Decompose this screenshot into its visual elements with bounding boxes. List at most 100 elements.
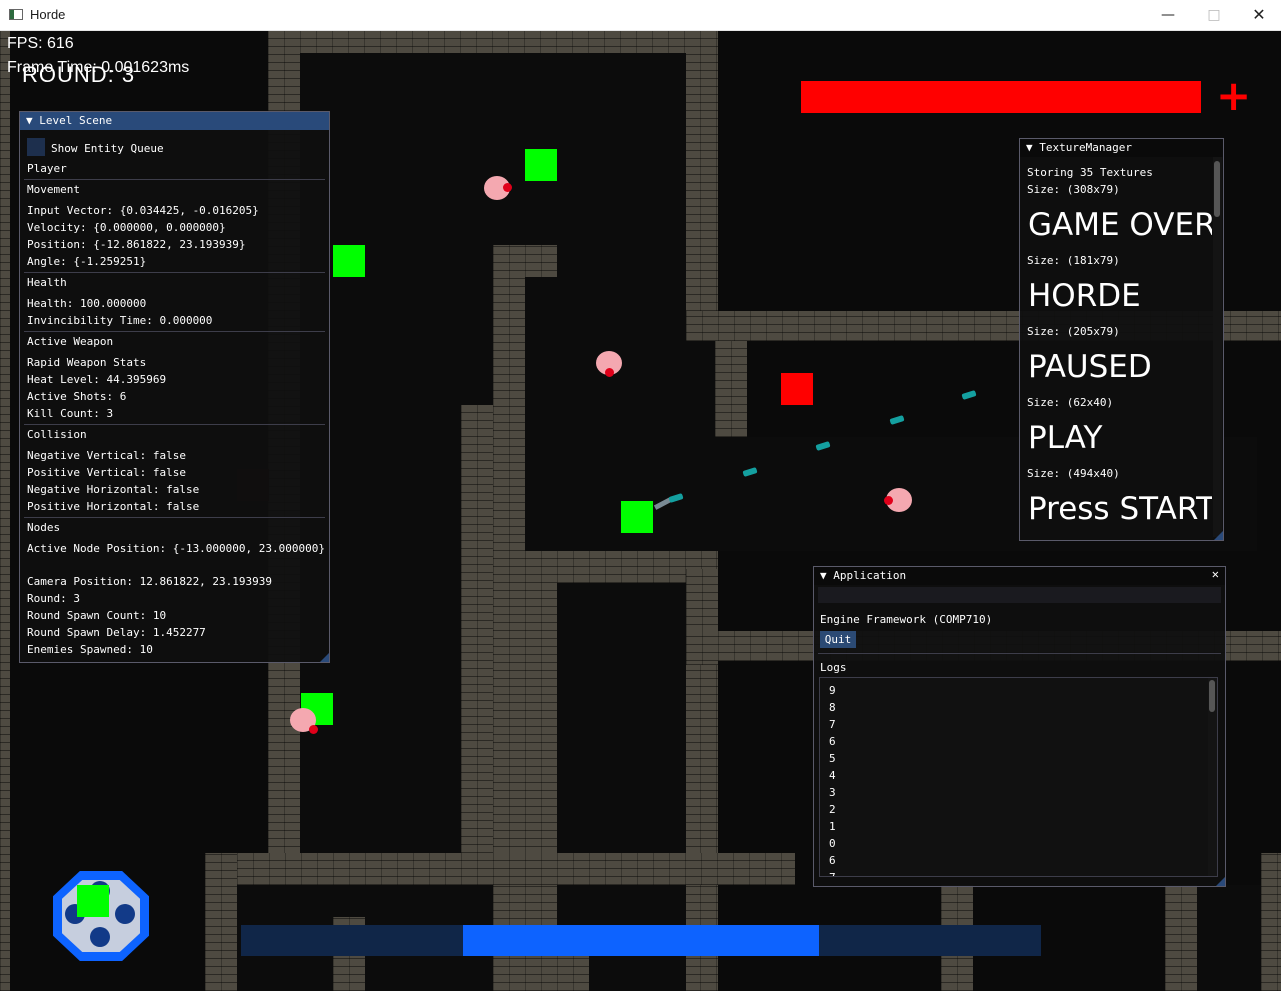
map-wall <box>205 853 237 991</box>
window-title: Horde <box>30 7 66 22</box>
engine-framework-label: Engine Framework (COMP710) <box>820 613 993 626</box>
log-line: 1 <box>829 820 836 833</box>
log-line: 3 <box>829 786 836 799</box>
input-vector: Input Vector: {0.034425, -0.016205} <box>27 204 259 217</box>
velocity: Velocity: {0.000000, 0.000000} <box>27 221 226 234</box>
separator <box>24 517 325 518</box>
health-bar <box>801 81 1201 113</box>
log-line: 6 <box>829 735 836 748</box>
quit-button[interactable]: Quit <box>820 631 856 648</box>
texture-count: Storing 35 Textures <box>1027 166 1153 179</box>
application-header[interactable]: ▼ Application <box>814 567 1225 585</box>
close-icon[interactable]: ✕ <box>1212 567 1219 581</box>
rapid-weapon-stats: Rapid Weapon Stats <box>27 356 147 369</box>
logs-scrollbar[interactable] <box>1208 678 1217 876</box>
enemy-blob <box>884 488 912 512</box>
enemy-blob <box>290 708 318 734</box>
player-header[interactable]: Player <box>27 162 67 176</box>
texture-size: Size: (494x40) <box>1027 467 1120 480</box>
movement-header[interactable]: Movement <box>27 183 80 197</box>
gamepad-button <box>90 927 110 947</box>
texture-preview-paused: PAUSED <box>1028 349 1152 385</box>
level-scene-window[interactable]: ▼ Level Scene Show Entity Queue Player M… <box>19 111 330 663</box>
positive-horizontal: Positive Horizontal: false <box>27 500 200 513</box>
resize-grip[interactable] <box>1216 877 1225 886</box>
separator <box>24 331 325 332</box>
log-line: 8 <box>829 701 836 714</box>
map-floor <box>1197 885 1261 991</box>
red-square-enemy <box>781 373 813 405</box>
log-line: 9 <box>829 684 836 697</box>
texture-preview-press-start: Press START <box>1028 491 1212 527</box>
menu-strip <box>818 587 1221 603</box>
collision-header[interactable]: Collision <box>27 428 87 442</box>
health-value: Health: 100.000000 <box>27 297 147 310</box>
green-pickup <box>77 885 109 917</box>
log-line: 2 <box>829 803 836 816</box>
negative-horizontal: Negative Horizontal: false <box>27 483 200 496</box>
active-weapon-header[interactable]: Active Weapon <box>27 335 113 349</box>
map-wall <box>205 853 795 885</box>
kill-count: Kill Count: 3 <box>27 407 114 420</box>
map-floor <box>525 277 557 559</box>
texture-size: Size: (62x40) <box>1027 396 1114 409</box>
texture-preview-horde: HORDE <box>1028 278 1141 314</box>
texture-list[interactable]: Storing 35 Textures Size: (308x79) GAME … <box>1020 157 1212 540</box>
resize-grip[interactable] <box>1214 531 1223 540</box>
level-scene-title: Level Scene <box>39 114 113 127</box>
log-line: 6 <box>829 854 836 867</box>
texture-scrollbar-thumb[interactable] <box>1214 161 1220 217</box>
map-wall <box>525 956 589 991</box>
enemy-blob <box>484 176 512 200</box>
log-line: 0 <box>829 837 836 850</box>
invincibility-time: Invincibility Time: 0.000000 <box>27 314 213 327</box>
show-entity-queue-label: Show Entity Queue <box>51 142 164 155</box>
green-pickup <box>621 501 653 533</box>
round-spawn-delay: Round Spawn Delay: 1.452277 <box>27 626 206 639</box>
application-title: Application <box>833 569 907 582</box>
maximize-icon[interactable]: □ <box>1191 0 1237 30</box>
log-line: 5 <box>829 752 836 765</box>
texture-manager-window[interactable]: ▼ TextureManager Storing 35 Textures Siz… <box>1019 138 1224 541</box>
health-header[interactable]: Health <box>27 276 67 290</box>
logs-label: Logs <box>820 661 847 674</box>
enemy-blob <box>596 351 622 377</box>
application-window[interactable]: ▼ Application ✕ Engine Framework (COMP71… <box>813 566 1226 887</box>
logs-scrollbar-thumb[interactable] <box>1209 680 1215 712</box>
active-shots: Active Shots: 6 <box>27 390 127 403</box>
separator <box>24 272 325 273</box>
round-value: Round: 3 <box>27 592 80 605</box>
positive-vertical: Positive Vertical: false <box>27 466 186 479</box>
texture-preview-play: PLAY <box>1028 420 1103 456</box>
health-plus-icon: + <box>1216 71 1252 120</box>
map-wall <box>1261 853 1281 991</box>
angle: Angle: {-1.259251} <box>27 255 147 268</box>
map-wall <box>715 341 747 437</box>
texture-manager-title: TextureManager <box>1039 141 1132 154</box>
window-titlebar: Horde — □ ✕ <box>0 0 1281 31</box>
gamepad-button <box>115 904 135 924</box>
texture-manager-header[interactable]: ▼ TextureManager <box>1020 139 1223 157</box>
bullet <box>889 415 905 425</box>
negative-vertical: Negative Vertical: false <box>27 449 186 462</box>
log-line: 4 <box>829 769 836 782</box>
nodes-header[interactable]: Nodes <box>27 521 60 535</box>
close-icon[interactable]: ✕ <box>1236 0 1281 30</box>
bullet <box>961 390 977 400</box>
resize-grip[interactable] <box>320 653 329 662</box>
texture-size: Size: (308x79) <box>1027 183 1120 196</box>
show-entity-queue-checkbox[interactable] <box>27 138 45 156</box>
logs-panel[interactable]: 9 8 7 6 5 4 3 2 1 0 6 7 <box>819 677 1218 877</box>
map-wall <box>0 31 10 991</box>
position: Position: {-12.861822, 23.193939} <box>27 238 246 251</box>
texture-scrollbar[interactable] <box>1213 157 1222 537</box>
fps-counter: FPS: 616 <box>7 35 74 52</box>
separator <box>24 179 325 180</box>
minimize-icon[interactable]: — <box>1145 0 1191 30</box>
map-wall <box>461 405 493 885</box>
separator <box>24 424 325 425</box>
texture-size: Size: (205x79) <box>1027 325 1120 338</box>
texture-preview-game-over: GAME OVER <box>1028 207 1212 243</box>
level-scene-header[interactable]: ▼ Level Scene <box>20 112 329 130</box>
camera-position: Camera Position: 12.861822, 23.193939 <box>27 575 273 588</box>
